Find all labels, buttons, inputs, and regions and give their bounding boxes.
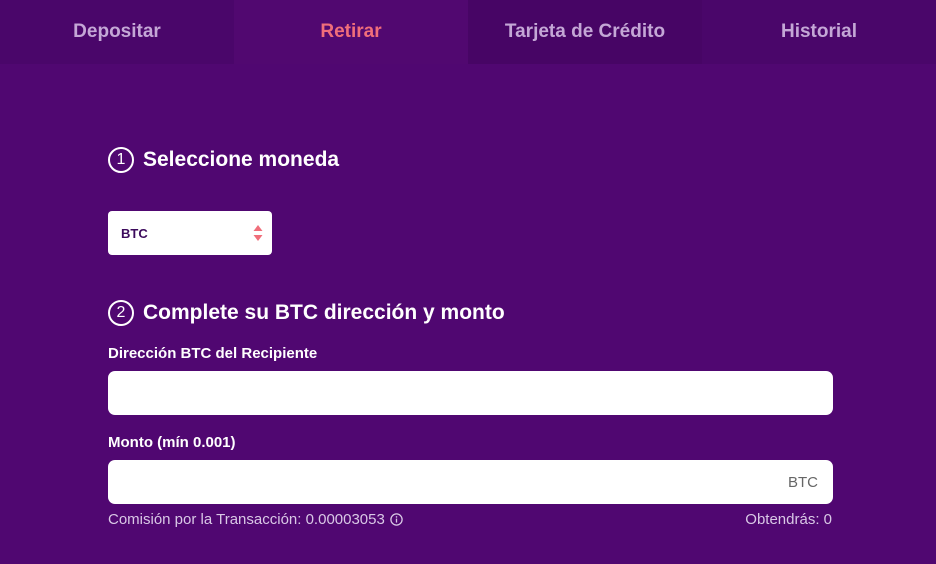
currency-select[interactable]: BTC	[108, 211, 272, 255]
step-2-number: 2	[108, 300, 134, 326]
step-2-heading: 2 Complete su BTC dirección y monto	[108, 300, 505, 326]
amount-input[interactable]	[108, 460, 833, 504]
tab-depositar[interactable]: Depositar	[0, 0, 234, 64]
amount-label: Monto (mín 0.001)	[108, 434, 236, 451]
step-1-heading: 1 Seleccione moneda	[108, 147, 339, 173]
tab-tarjeta-de-credito[interactable]: Tarjeta de Crédito	[468, 0, 702, 64]
amount-unit: BTC	[788, 474, 818, 491]
recipient-address-input[interactable]	[108, 371, 833, 415]
sort-arrows-icon	[253, 225, 263, 241]
transaction-fee-text: Comisión por la Transacción: 0.00003053	[108, 511, 385, 528]
receive-amount: Obtendrás: 0	[745, 511, 832, 528]
step-1-number: 1	[108, 147, 134, 173]
currency-select-value: BTC	[121, 225, 148, 241]
info-icon[interactable]	[390, 513, 403, 526]
step-2-title: Complete su BTC dirección y monto	[143, 301, 505, 324]
tab-retirar[interactable]: Retirar	[234, 0, 468, 64]
tab-historial[interactable]: Historial	[702, 0, 936, 64]
tab-bar: Depositar Retirar Tarjeta de Crédito His…	[0, 0, 936, 64]
recipient-address-label: Dirección BTC del Recipiente	[108, 345, 318, 362]
step-1-title: Seleccione moneda	[143, 148, 340, 171]
transaction-fee: Comisión por la Transacción: 0.00003053	[108, 511, 403, 528]
